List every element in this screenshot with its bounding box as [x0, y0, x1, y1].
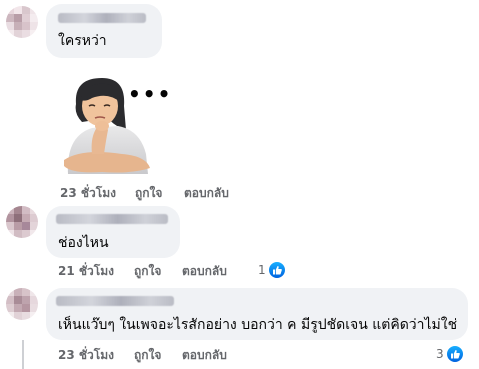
comment-text: ใครหว่า [58, 33, 107, 49]
like-icon [267, 261, 286, 279]
comment-actions: 23 ชั่วโมง ถูกใจ ตอบกลับ [58, 346, 258, 362]
timestamp[interactable]: 23 ชั่วโมง [60, 184, 116, 203]
reply-button[interactable]: ตอบกลับ [182, 262, 227, 281]
more-dots-icon[interactable]: ••• [128, 82, 172, 106]
like-icon [445, 345, 464, 363]
like-button[interactable]: ถูกใจ [134, 262, 161, 281]
timestamp[interactable]: 21 ชั่วโมง [58, 262, 114, 281]
reaction-count: 3 [436, 347, 444, 361]
like-button[interactable]: ถูกใจ [134, 346, 161, 365]
comment-text: ช่องไหน [58, 235, 109, 251]
comment-bubble: เห็นแว๊บๆ ในเพจอะไรสักอย่าง บอกว่า ค มีร… [46, 288, 468, 340]
reply-button[interactable]: ตอบกลับ [182, 346, 227, 365]
reaction-summary[interactable]: 3 [436, 345, 464, 363]
avatar[interactable] [6, 206, 38, 238]
author-name[interactable] [56, 214, 168, 224]
avatar[interactable] [6, 6, 38, 38]
author-name[interactable] [58, 13, 146, 23]
author-name[interactable] [56, 296, 174, 306]
comment-actions: 21 ชั่วโมง ถูกใจ ตอบกลับ [58, 262, 258, 278]
comment-bubble: ใครหว่า [46, 4, 162, 58]
timestamp[interactable]: 23 ชั่วโมง [58, 346, 114, 365]
avatar[interactable] [6, 288, 38, 320]
comment-text: เห็นแว๊บๆ ในเพจอะไรสักอย่าง บอกว่า ค มีร… [58, 317, 458, 333]
reaction-summary[interactable]: 1 [258, 261, 286, 279]
thread-line [22, 340, 24, 369]
reaction-count: 1 [258, 263, 266, 277]
comment-bubble: ช่องไหน [46, 206, 180, 258]
like-button[interactable]: ถูกใจ [135, 184, 162, 203]
comment-actions: 23 ชั่วโมง ถูกใจ ตอบกลับ [60, 184, 260, 200]
reply-button[interactable]: ตอบกลับ [184, 184, 229, 203]
